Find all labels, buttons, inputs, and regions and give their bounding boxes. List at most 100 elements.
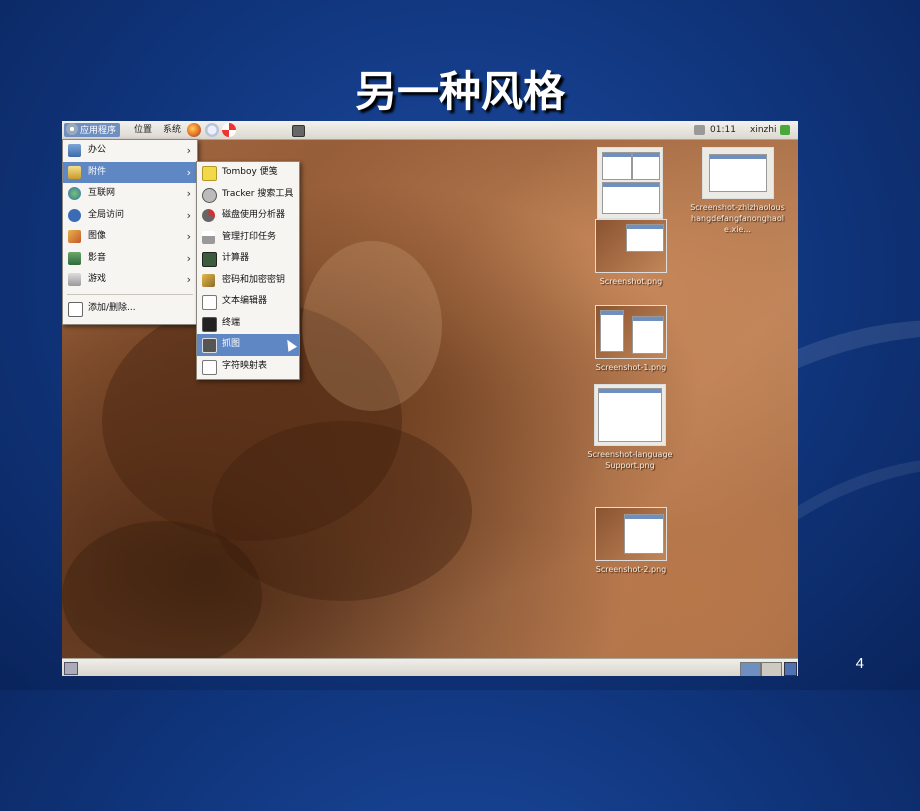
menu-item-label: 互联网 xyxy=(88,188,116,198)
applications-label: 应用程序 xyxy=(80,126,117,136)
help-icon[interactable] xyxy=(222,123,236,137)
menu-item-calculator[interactable]: 计算器 xyxy=(197,248,299,270)
menu-item-label: 字符映射表 xyxy=(222,360,268,371)
chevron-right-icon: › xyxy=(186,165,191,179)
firefox-icon[interactable] xyxy=(187,123,201,137)
show-desktop-icon[interactable] xyxy=(64,662,78,675)
places-menu[interactable]: 位置 xyxy=(134,123,152,137)
chevron-right-icon: › xyxy=(186,273,191,286)
accessibility-icon xyxy=(68,208,81,222)
desktop-file[interactable]: Screenshot.png xyxy=(586,219,676,287)
menu-item-label: 管理打印任务 xyxy=(222,231,277,242)
gnome-foot-icon xyxy=(66,123,78,135)
top-panel: 应用程序 位置 系统 01:11 xinzhi xyxy=(62,121,798,140)
menu-item-label: 影音 xyxy=(88,252,107,263)
chevron-right-icon: › xyxy=(186,230,191,243)
desktop-file-preview[interactable] xyxy=(590,147,670,222)
menu-item-print-manager[interactable]: 管理打印任务 xyxy=(197,227,299,249)
keys-icon xyxy=(202,273,215,287)
chevron-right-icon: › xyxy=(186,187,191,200)
office-icon xyxy=(68,144,81,157)
menu-item-tracker[interactable]: Tracker 搜索工具 xyxy=(197,184,299,206)
menu-item-label: 终端 xyxy=(222,317,241,328)
file-thumbnail xyxy=(597,147,663,219)
file-label: Screenshot.png xyxy=(599,277,663,286)
add-remove-icon xyxy=(68,301,83,317)
menu-item-sound-video[interactable]: 影音 › xyxy=(63,248,197,270)
desktop-file[interactable]: Screenshot-language Support.png xyxy=(580,384,680,471)
printer-applet-icon[interactable] xyxy=(694,125,705,135)
disk-analyzer-icon xyxy=(202,209,215,222)
menu-item-label: 磁盘使用分析器 xyxy=(222,210,286,220)
menu-item-games[interactable]: 游戏 › xyxy=(63,269,197,291)
calculator-icon xyxy=(202,252,217,267)
page-number: 4 xyxy=(855,655,864,672)
menu-item-internet[interactable]: 互联网 › xyxy=(63,183,197,205)
mouse-pointer-icon xyxy=(282,337,298,352)
applications-dropdown: 办公 › 附件 › 互联网 › 全局访问 › 图像 › 影音 › 游戏 › 添加/ xyxy=(62,139,198,325)
file-label: Screenshot-zhizhaoloushangdefangfanongha… xyxy=(690,203,785,234)
desktop-file[interactable]: Screenshot-zhizhaoloushangdefangfanongha… xyxy=(690,147,785,235)
menu-item-label: Tomboy 便笺 xyxy=(222,167,278,177)
slide-title: 另一种风格 xyxy=(354,67,565,116)
chevron-right-icon: › xyxy=(186,251,191,265)
menu-item-office[interactable]: 办公 › xyxy=(63,140,197,162)
screenshot-applet-icon[interactable] xyxy=(292,125,305,137)
menu-item-label: 全局访问 xyxy=(88,209,125,220)
clock[interactable]: 01:11 xyxy=(710,123,736,137)
menu-item-screenshot[interactable]: 抓图 xyxy=(197,334,299,356)
chevron-right-icon: › xyxy=(186,144,191,157)
menu-item-text-editor[interactable]: 文本编辑器 xyxy=(197,291,299,313)
menu-item-label: 添加/删除... xyxy=(88,302,136,313)
wallpaper-texture xyxy=(62,521,262,671)
screenshot-icon xyxy=(202,338,217,353)
desktop-file[interactable]: Screenshot-1.png xyxy=(586,305,676,373)
menu-item-label: 图像 xyxy=(88,231,107,241)
menu-item-tomboy[interactable]: Tomboy 便笺 xyxy=(197,162,299,184)
menu-item-passwords-keys[interactable]: 密码和加密密钥 xyxy=(197,270,299,292)
menu-item-disk-analyzer[interactable]: 磁盘使用分析器 xyxy=(197,205,299,227)
menu-item-accessories[interactable]: 附件 › xyxy=(63,161,197,183)
notes-icon xyxy=(202,166,217,181)
menu-item-label: 文本编辑器 xyxy=(222,296,268,306)
menu-item-universal-access[interactable]: 全局访问 › xyxy=(63,205,197,227)
menu-item-add-remove[interactable]: 添加/删除... xyxy=(63,298,197,320)
menu-item-terminal[interactable]: 终端 xyxy=(197,313,299,335)
menu-item-graphics[interactable]: 图像 › xyxy=(63,226,197,248)
printer-icon xyxy=(202,230,215,244)
menu-item-label: 附件 xyxy=(88,166,107,177)
file-label: Screenshot-2.png xyxy=(595,565,667,574)
network-status-icon[interactable] xyxy=(780,125,790,135)
system-menu[interactable]: 系统 xyxy=(163,123,181,137)
accessories-submenu: Tomboy 便笺 Tracker 搜索工具 磁盘使用分析器 管理打印任务 计算… xyxy=(196,161,300,380)
search-tool-icon xyxy=(202,187,217,203)
multimedia-icon xyxy=(68,251,81,265)
user-name[interactable]: xinzhi xyxy=(750,123,776,137)
desktop-screenshot: 应用程序 位置 系统 01:11 xinzhi 办公 › 附件 › 互联网 › 全局访… xyxy=(62,121,798,676)
menu-item-label: 游戏 xyxy=(88,274,107,284)
bottom-panel xyxy=(62,658,798,676)
menu-item-charmap[interactable]: 字符映射表 xyxy=(197,356,299,378)
workspace-1[interactable] xyxy=(740,662,761,676)
menu-item-label: 办公 xyxy=(88,145,107,155)
file-thumbnail xyxy=(595,507,667,561)
workspace-2[interactable] xyxy=(761,662,782,676)
menu-item-label: 密码和加密密钥 xyxy=(222,274,286,285)
terminal-icon xyxy=(202,316,217,332)
desktop-file[interactable]: Screenshot-2.png xyxy=(586,507,676,575)
menu-item-label: 抓图 xyxy=(222,339,241,349)
games-icon xyxy=(68,273,81,286)
file-label: Screenshot-1.png xyxy=(595,363,667,372)
file-thumbnail xyxy=(701,147,774,199)
charmap-icon xyxy=(202,359,217,375)
applications-menu[interactable]: 应用程序 xyxy=(64,123,121,137)
wallpaper-texture xyxy=(302,241,442,411)
internet-icon xyxy=(68,187,81,200)
accessories-icon xyxy=(68,165,81,179)
trash-icon[interactable] xyxy=(784,662,797,676)
menu-item-label: 计算器 xyxy=(222,253,250,263)
menu-separator xyxy=(67,293,193,295)
text-editor-icon xyxy=(202,295,217,310)
file-thumbnail xyxy=(595,219,667,273)
email-client-icon[interactable] xyxy=(205,123,219,137)
